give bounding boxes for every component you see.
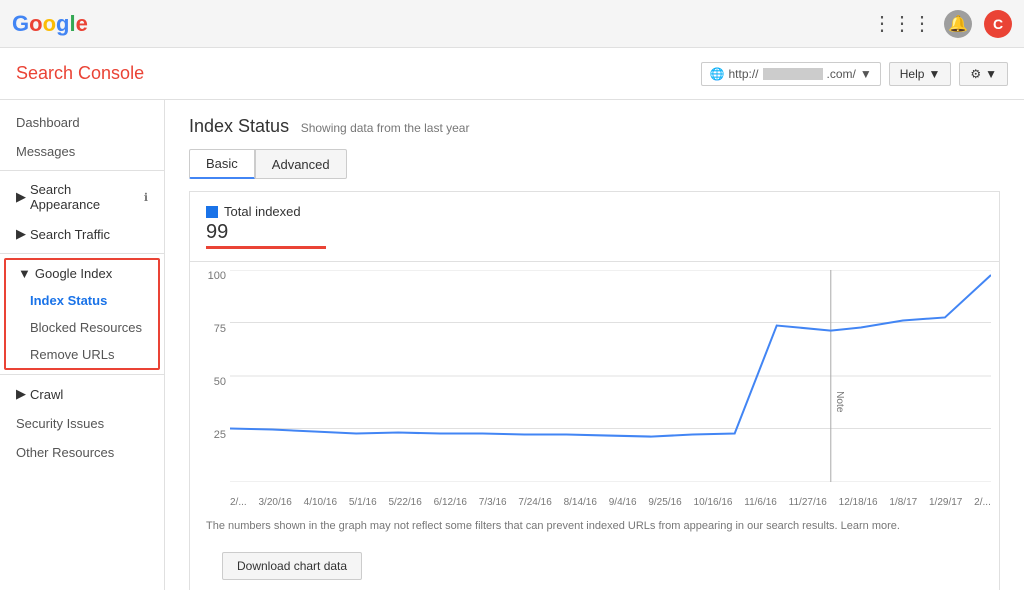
x-label-9: 9/4/16 (609, 497, 637, 508)
legend-label: Total indexed (224, 204, 301, 219)
arrow-down-icon: ▼ (18, 266, 31, 281)
top-bar-right: ⋮⋮⋮ 🔔 C (872, 10, 1012, 38)
sidebar-label-crawl: Crawl (30, 387, 63, 402)
help-label: Help (900, 67, 925, 81)
chart-legend: Total indexed 99 (190, 192, 999, 262)
gear-icon: ⚙ (970, 67, 981, 81)
x-axis-labels: 2/... 3/20/16 4/10/16 5/1/16 5/22/16 6/1… (230, 497, 991, 508)
url-arrow-icon: ▼ (860, 67, 872, 81)
x-label-16: 1/29/17 (929, 497, 962, 508)
url-selector[interactable]: 🌐 http:// .com/ ▼ (701, 62, 881, 86)
sidebar-item-blocked-resources[interactable]: Blocked Resources (6, 314, 158, 341)
line-chart: Note (230, 270, 991, 482)
tab-advanced[interactable]: Advanced (255, 149, 347, 179)
sidebar-item-other-resources[interactable]: Other Resources (0, 438, 164, 467)
main-content: Index Status Showing data from the last … (165, 100, 1024, 590)
chart-note: The numbers shown in the graph may not r… (190, 512, 999, 540)
y-label-75: 75 (190, 323, 226, 335)
grid-icon[interactable]: ⋮⋮⋮ (872, 11, 932, 36)
legend-value: 99 (206, 221, 326, 244)
chart-container: Total indexed 99 100 75 50 25 (189, 191, 1000, 590)
x-label-1: 3/20/16 (258, 497, 291, 508)
sidebar-label-search-appearance: Search Appearance (30, 182, 140, 212)
header-controls: 🌐 http:// .com/ ▼ Help ▼ ⚙ ▼ (701, 62, 1008, 86)
x-label-3: 5/1/16 (349, 497, 377, 508)
x-label-11: 10/16/16 (694, 497, 733, 508)
sidebar-item-dashboard[interactable]: Dashboard (0, 108, 164, 137)
settings-arrow-icon: ▼ (985, 67, 997, 81)
help-arrow-icon: ▼ (928, 67, 940, 81)
page-subtitle: Showing data from the last year (301, 121, 470, 135)
url-display: http:// (729, 67, 759, 81)
x-label-7: 7/24/16 (518, 497, 551, 508)
app-header: Search Console 🌐 http:// .com/ ▼ Help ▼ … (0, 48, 1024, 100)
x-label-2: 4/10/16 (304, 497, 337, 508)
legend-entry: Total indexed 99 (206, 204, 326, 249)
url-redacted (763, 68, 823, 80)
page-title: Index Status (189, 116, 289, 136)
sidebar-label-google-index: Google Index (35, 266, 112, 281)
sidebar-item-index-status[interactable]: Index Status (6, 287, 158, 314)
download-chart-button[interactable]: Download chart data (222, 552, 362, 580)
settings-button[interactable]: ⚙ ▼ (959, 62, 1008, 86)
sidebar-label-search-traffic: Search Traffic (30, 227, 110, 242)
avatar[interactable]: C (984, 10, 1012, 38)
top-bar-left: Google (12, 11, 88, 37)
x-label-8: 8/14/16 (564, 497, 597, 508)
x-label-15: 1/8/17 (889, 497, 917, 508)
y-label-25: 25 (190, 429, 226, 441)
x-label-14: 12/18/16 (839, 497, 878, 508)
y-label-50: 50 (190, 376, 226, 388)
legend-color (206, 206, 218, 218)
x-label-4: 5/22/16 (388, 497, 421, 508)
tab-basic[interactable]: Basic (189, 149, 255, 179)
help-button[interactable]: Help ▼ (889, 62, 952, 86)
globe-icon: 🌐 (710, 67, 725, 81)
page-title-row: Index Status Showing data from the last … (189, 116, 1000, 137)
x-label-0: 2/... (230, 497, 247, 508)
x-label-13: 11/27/16 (789, 497, 827, 508)
app-title: Search Console (16, 63, 144, 84)
legend-underline (206, 246, 326, 249)
tab-bar: Basic Advanced (189, 149, 1000, 179)
url-suffix: .com/ (827, 67, 856, 81)
sidebar-item-security-issues[interactable]: Security Issues (0, 409, 164, 438)
arrow-icon: ▶ (16, 189, 26, 205)
arrow-icon: ▶ (16, 226, 26, 242)
google-logo: Google (12, 11, 88, 37)
top-bar: Google ⋮⋮⋮ 🔔 C (0, 0, 1024, 48)
sidebar-item-google-index[interactable]: ▼ Google Index (6, 260, 158, 287)
sidebar-item-search-traffic[interactable]: ▶ Search Traffic (0, 219, 164, 249)
arrow-icon: ▶ (16, 386, 26, 402)
sidebar-item-crawl[interactable]: ▶ Crawl (0, 379, 164, 409)
sidebar-item-remove-urls[interactable]: Remove URLs (6, 341, 158, 368)
sidebar-item-messages[interactable]: Messages (0, 137, 164, 166)
x-label-17: 2/... (974, 497, 991, 508)
sidebar-item-search-appearance[interactable]: ▶ Search Appearance ℹ (0, 175, 164, 219)
x-label-10: 9/25/16 (648, 497, 681, 508)
google-index-section: ▼ Google Index Index Status Blocked Reso… (4, 258, 160, 370)
sidebar: Dashboard Messages ▶ Search Appearance ℹ… (0, 100, 165, 590)
notification-icon[interactable]: 🔔 (944, 10, 972, 38)
y-label-100: 100 (190, 270, 226, 282)
x-label-6: 7/3/16 (479, 497, 507, 508)
x-label-5: 6/12/16 (434, 497, 467, 508)
y-axis-labels: 100 75 50 25 (190, 270, 226, 482)
info-icon: ℹ (144, 191, 148, 204)
main-layout: Dashboard Messages ▶ Search Appearance ℹ… (0, 100, 1024, 590)
x-label-12: 11/6/16 (744, 497, 777, 508)
svg-text:Note: Note (834, 391, 845, 413)
chart-area: 100 75 50 25 Note (190, 262, 999, 512)
